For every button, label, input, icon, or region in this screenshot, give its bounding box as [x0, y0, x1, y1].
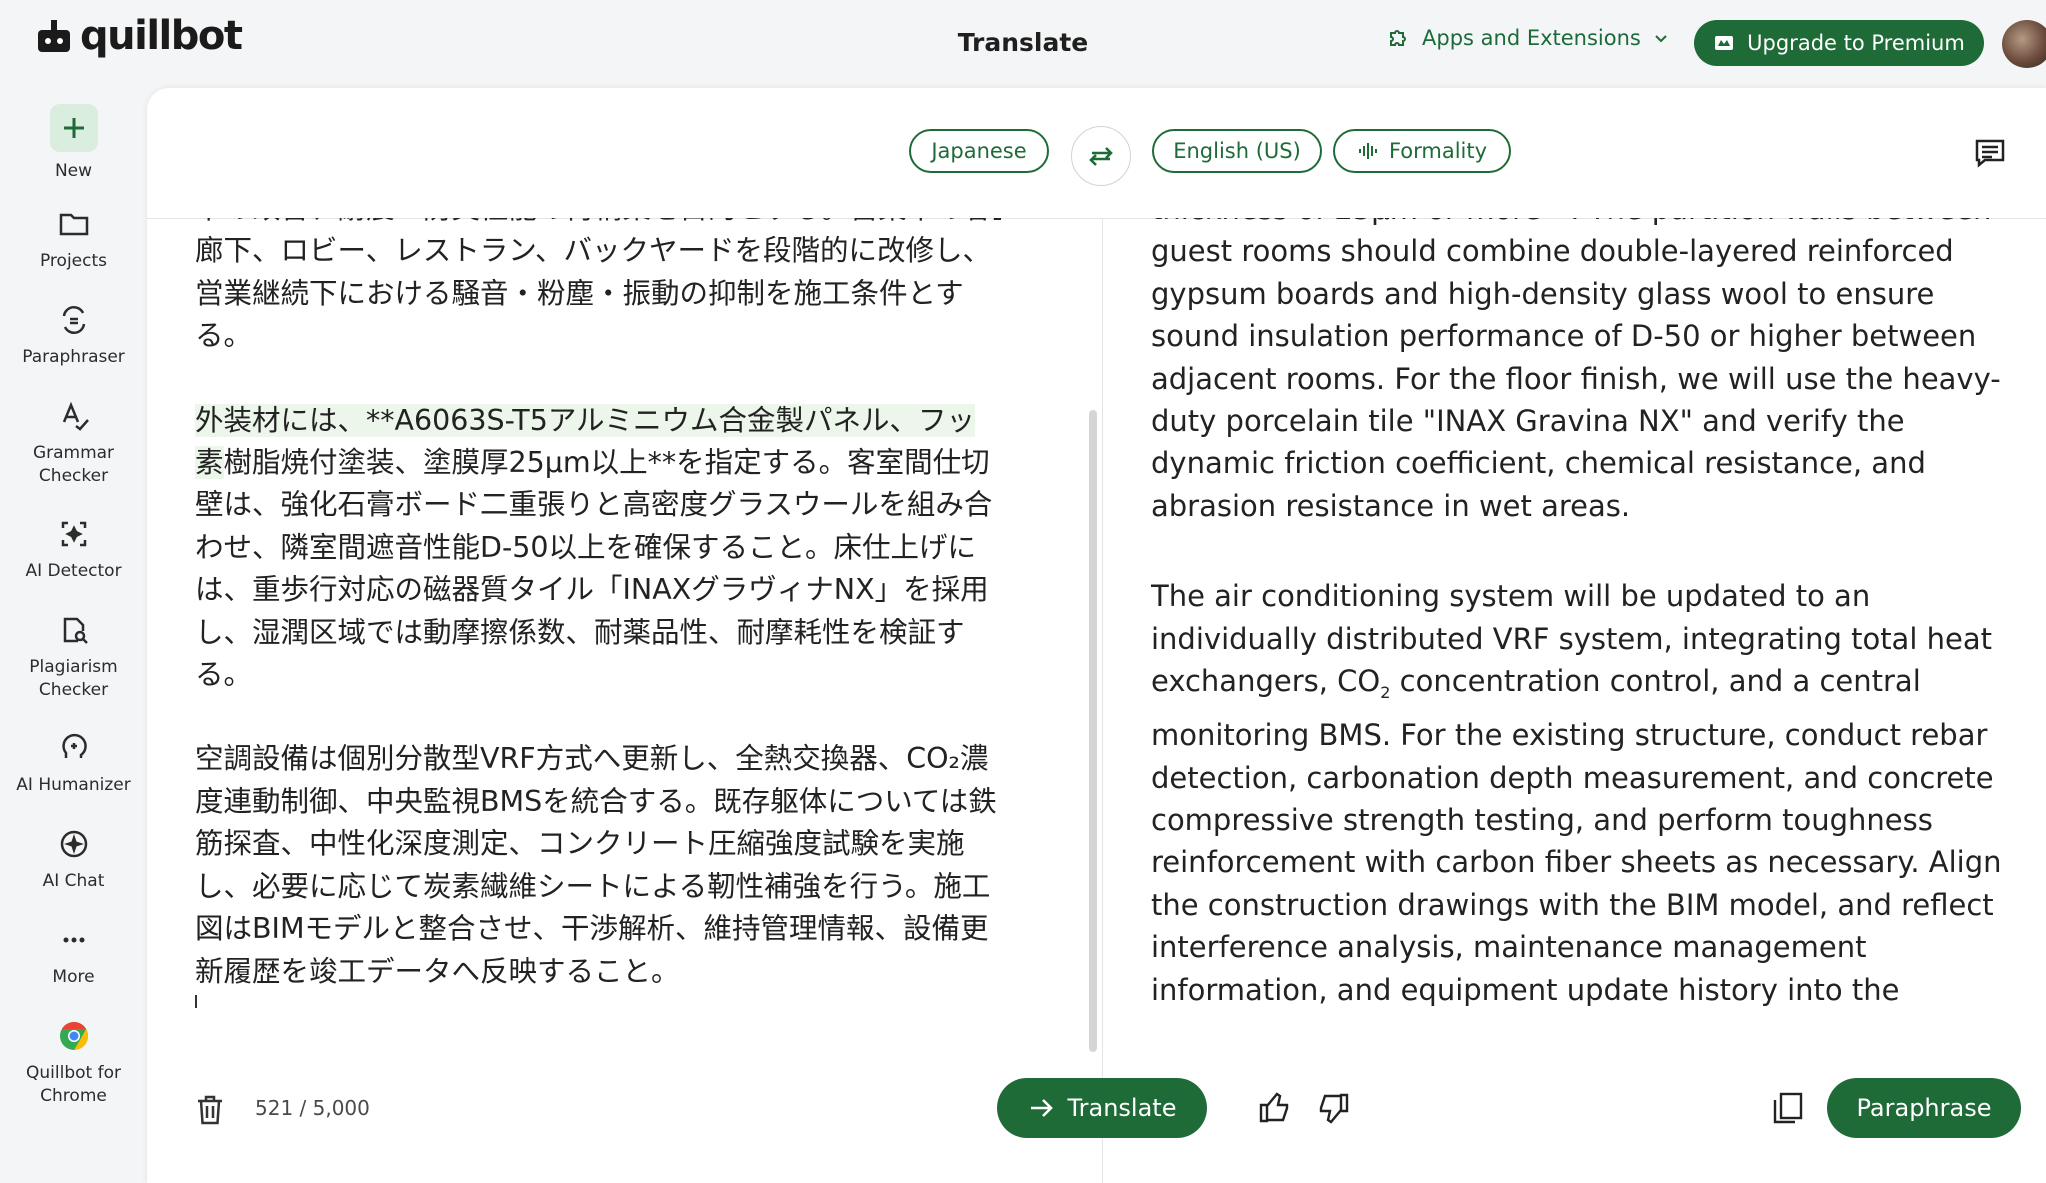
source-language-select[interactable]: Japanese [909, 129, 1049, 173]
humanizer-icon [61, 733, 87, 758]
folder-icon [59, 213, 88, 236]
chevron-down-icon [1655, 35, 1667, 43]
source-paragraph-2: 外装材には、**A6063S-T5アルミニウム合金製パネル、フッ素樹脂焼付塗装、… [195, 400, 1001, 697]
text-cursor-line [195, 993, 1001, 1008]
copy-icon[interactable] [1771, 1090, 1805, 1126]
sidebar-label: Paraphraser [22, 347, 125, 367]
subscript: 2 [1380, 682, 1391, 702]
sidebar-label: Plagiarism Checker [29, 657, 118, 700]
sidebar-item-paraphraser[interactable]: Paraphraser [0, 302, 147, 369]
sidebar-label: AI Humanizer [16, 775, 131, 795]
plagiarism-icon [63, 617, 88, 644]
sidebar-item-ai-chat[interactable]: AI Chat [0, 826, 147, 893]
source-text-area[interactable]: 下の改善、耐震・防災性能の再構築を目的とする。営業中の客室、共用 廊下、ロビー、… [195, 218, 1001, 1008]
sidebar-label: Grammar Checker [32, 443, 115, 486]
formality-button[interactable]: Formality [1333, 129, 1511, 173]
paraphrase-button[interactable]: Paraphrase [1827, 1078, 2021, 1138]
ai-detector-icon [61, 521, 86, 547]
text-cursor [195, 994, 197, 1008]
arrow-right-icon [1030, 1099, 1053, 1117]
source-paragraph-3: 空調設備は個別分散型VRF方式へ更新し、全熱交換器、CO₂濃度連動制御、中央監視… [195, 742, 997, 988]
sidebar-item-grammar-checker[interactable]: Grammar Checker [0, 398, 147, 488]
plus-icon [49, 104, 98, 152]
sidebar-item-plagiarism-checker[interactable]: Plagiarism Checker [0, 612, 147, 702]
bottom-toolbar: 521 / 5,000 Translate Paraphrase [147, 1078, 2046, 1158]
chrome-icon [59, 1022, 88, 1050]
trash-icon[interactable] [195, 1094, 225, 1126]
sidebar-label: More [52, 967, 95, 987]
more-icon [63, 937, 84, 943]
source-line: る。 [195, 319, 253, 353]
sidebar-label: AI Detector [25, 561, 122, 581]
upgrade-label: Upgrade to Premium [1747, 31, 1965, 55]
swap-icon [1089, 147, 1113, 166]
sidebar-item-more[interactable]: More [0, 922, 147, 989]
source-language-label: Japanese [931, 139, 1027, 163]
sidebar-item-new[interactable]: New [0, 104, 147, 183]
translate-label: Translate [1067, 1094, 1177, 1122]
puzzle-icon [1390, 30, 1406, 46]
paraphrase-label: Paraphrase [1856, 1094, 1992, 1122]
sidebar-item-ai-humanizer[interactable]: AI Humanizer [0, 730, 147, 797]
sidebar-item-projects[interactable]: Projects [0, 206, 147, 273]
top-bar: quillbot Translate Apps and Extensions U… [0, 0, 2046, 86]
feedback-icon[interactable] [1973, 136, 2007, 170]
translate-button[interactable]: Translate [997, 1078, 1207, 1138]
sidebar-item-quillbot-for-chrome[interactable]: Quillbot for Chrome [0, 1018, 147, 1108]
apps-and-extensions-menu[interactable]: Apps and Extensions [1386, 26, 1669, 50]
source-line: 下の改善、耐震・防災性能の再構築を目的とする。営業中の客室、共用 [195, 218, 1001, 230]
grammar-icon [62, 401, 89, 431]
target-paragraph-2: The air conditioning system will be upda… [1151, 575, 2019, 1008]
swap-languages-button[interactable] [1071, 126, 1131, 186]
formality-label: Formality [1388, 139, 1488, 163]
sidebar-item-ai-detector[interactable]: AI Detector [0, 516, 147, 583]
target-line: thickness of 25μm or more**. The partiti… [1151, 218, 2019, 230]
target-text-span: concentration control, and a central mon… [1151, 664, 2002, 1007]
thumbs-down-icon[interactable] [1315, 1090, 1351, 1126]
sidebar-label: Projects [39, 251, 108, 271]
target-text-area: thickness of 25μm or more**. The partiti… [1151, 218, 2019, 1008]
language-bar: Japanese English (US) Formality [147, 88, 2046, 219]
apps-label: Apps and Extensions [1422, 26, 1641, 50]
upgrade-button[interactable]: Upgrade to Premium [1694, 20, 1984, 66]
thumbs-up-icon[interactable] [1257, 1090, 1293, 1126]
sidebar-label: AI Chat [42, 871, 105, 891]
target-paragraph-1: guest rooms should combine double-layere… [1151, 234, 2001, 523]
pane-divider [1102, 218, 1103, 1183]
source-line: 営業継続下における騒音・粉塵・振動の抑制を施工条件とす [195, 276, 964, 310]
source-text-span: 樹脂焼付塗装、塗膜厚25μm以上**を指定する。客室間仕切壁は、強化石膏ボード二… [195, 446, 993, 692]
crown-icon [1715, 36, 1734, 50]
source-line: 廊下、ロビー、レストラン、バックヤードを段階的に改修し、 [195, 234, 992, 268]
target-language-label: English (US) [1173, 139, 1301, 163]
avatar[interactable] [2002, 20, 2046, 68]
translator-card: Japanese English (US) Formality 下の改善、耐震・… [147, 88, 2046, 1183]
sidebar-label: New [54, 161, 93, 181]
source-scrollbar[interactable] [1089, 410, 1097, 1052]
paraphraser-icon [62, 306, 85, 334]
sidebar-label: Quillbot for Chrome [26, 1063, 121, 1106]
formality-icon [1358, 143, 1377, 159]
target-language-select[interactable]: English (US) [1152, 129, 1322, 173]
character-count: 521 / 5,000 [255, 1096, 370, 1120]
sidebar: New Projects Paraphraser Grammar Checker… [0, 86, 147, 1183]
ai-chat-icon [60, 830, 87, 858]
